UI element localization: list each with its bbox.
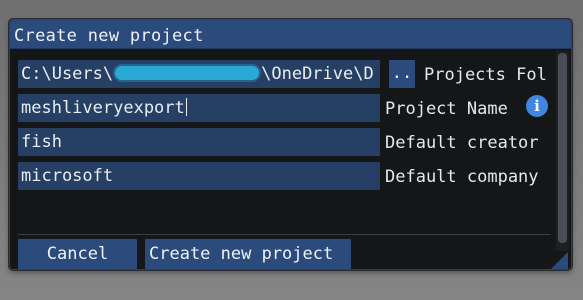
projects-folder-label: Projects Fol	[424, 65, 547, 85]
dialog-title: Create new project	[14, 26, 204, 46]
path-prefix: C:\Users\	[21, 64, 114, 84]
company-value: microsoft	[21, 166, 114, 186]
create-project-button[interactable]: Create new project	[145, 239, 351, 269]
project-name-input[interactable]: meshliveryexport	[18, 94, 380, 122]
text-caret	[185, 98, 187, 116]
browse-folder-button[interactable]: ..	[389, 60, 415, 88]
project-name-label: Project Name	[385, 99, 508, 119]
button-divider	[18, 234, 551, 235]
default-company-input[interactable]: microsoft	[18, 162, 380, 190]
creator-value: fish	[21, 132, 62, 152]
default-company-label: Default company	[385, 167, 539, 187]
default-creator-input[interactable]: fish	[18, 128, 380, 156]
projects-folder-input[interactable]: C:\Users\ \OneDrive\D	[18, 60, 380, 88]
resize-grip-icon[interactable]	[550, 252, 568, 269]
create-project-dialog: Create new project C:\Users\ \OneDrive\D …	[9, 19, 572, 270]
dialog-titlebar[interactable]: Create new project	[10, 20, 571, 49]
path-suffix: \OneDrive\D	[261, 64, 374, 84]
scrollbar-thumb[interactable]	[558, 53, 567, 243]
info-icon[interactable]: i	[526, 95, 548, 117]
cancel-button[interactable]: Cancel	[18, 239, 137, 269]
project-name-value: meshliveryexport	[21, 98, 185, 118]
redacted-username	[115, 66, 260, 80]
default-creator-label: Default creator	[385, 133, 539, 153]
